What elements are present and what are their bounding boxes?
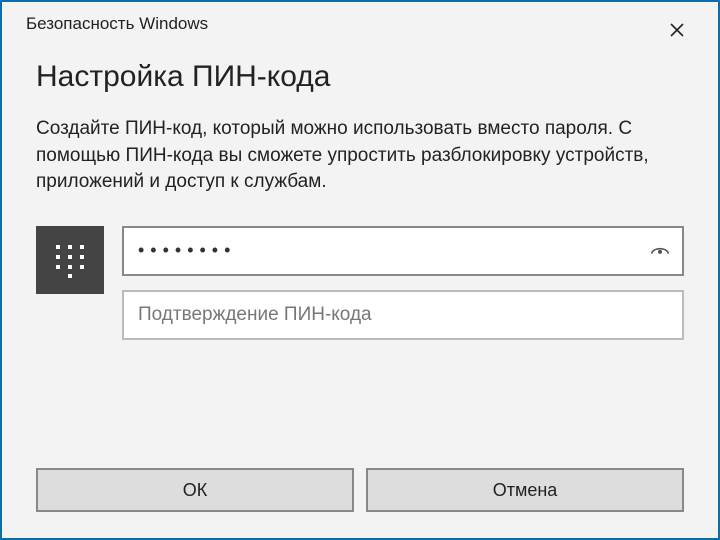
- dialog-footer: ОК Отмена: [2, 468, 718, 538]
- description-text: Создайте ПИН-код, который можно использо…: [36, 116, 684, 196]
- close-icon: [670, 23, 684, 37]
- page-title: Настройка ПИН-кода: [36, 60, 684, 94]
- pin-area: [36, 226, 684, 340]
- security-dialog: Безопасность Windows Настройка ПИН-кода …: [0, 0, 720, 540]
- ok-button[interactable]: ОК: [36, 468, 354, 512]
- keypad-icon: [36, 226, 104, 294]
- eye-reveal-icon: [649, 240, 671, 262]
- window-title: Безопасность Windows: [26, 14, 208, 34]
- pin-input-wrap: [122, 226, 684, 276]
- reveal-pin-button[interactable]: [638, 228, 682, 274]
- dialog-content: Настройка ПИН-кода Создайте ПИН-код, кот…: [2, 46, 718, 468]
- pin-input[interactable]: [124, 228, 638, 274]
- close-button[interactable]: [656, 14, 698, 46]
- confirm-pin-input-wrap: [122, 290, 684, 340]
- titlebar: Безопасность Windows: [2, 2, 718, 46]
- cancel-button[interactable]: Отмена: [366, 468, 684, 512]
- pin-inputs: [122, 226, 684, 340]
- confirm-pin-input[interactable]: [124, 292, 682, 338]
